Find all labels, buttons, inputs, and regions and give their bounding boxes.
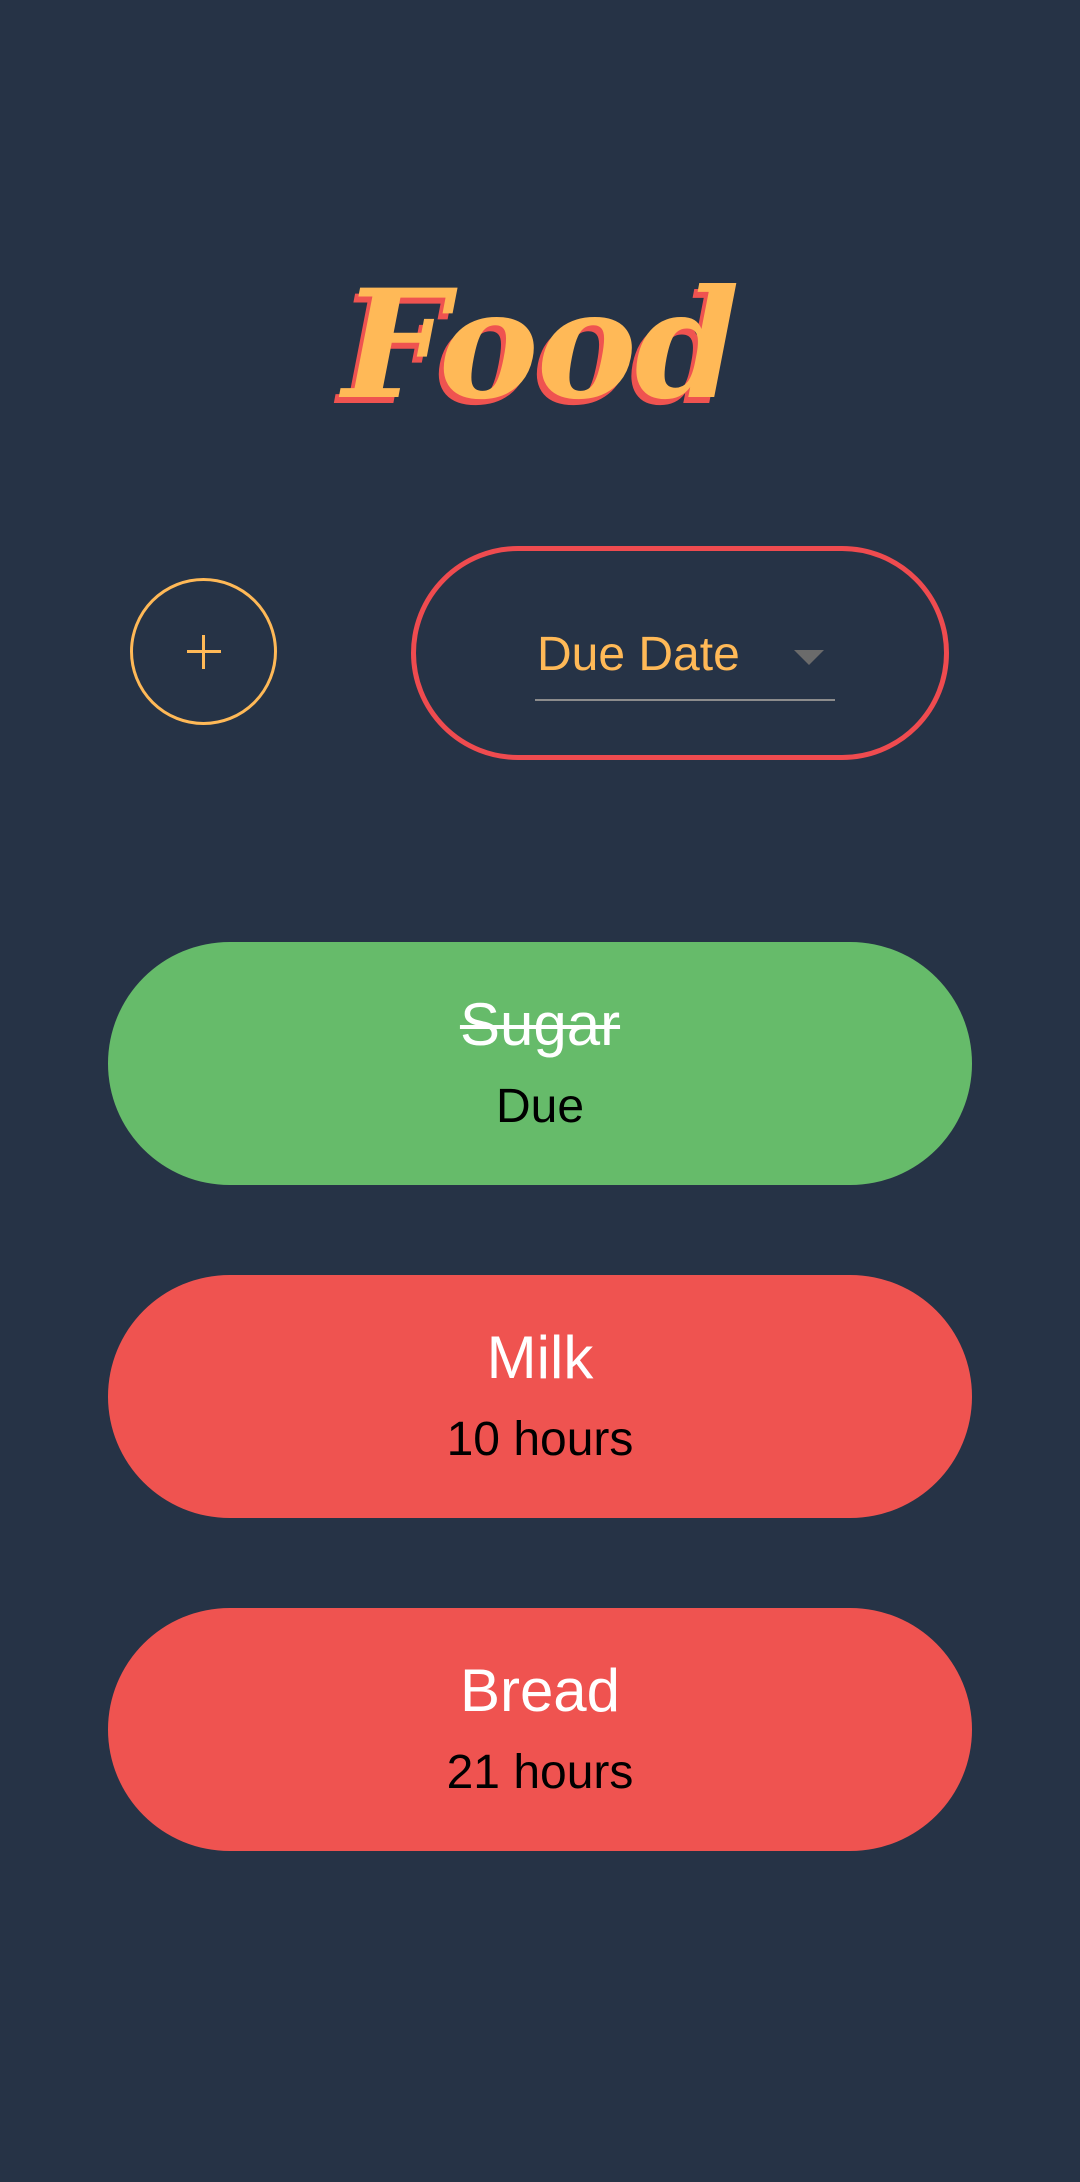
item-due-time: 21 hours [446, 1746, 634, 1799]
food-item-card[interactable]: Milk 10 hours [108, 1275, 972, 1518]
plus-icon [186, 634, 221, 669]
caret-down-icon [794, 650, 824, 665]
item-due-time: 10 hours [446, 1413, 634, 1466]
sort-selected-value: Due Date [537, 628, 740, 681]
item-name: Sugar [459, 991, 621, 1058]
food-item-card[interactable]: Sugar Due [108, 942, 972, 1185]
page-title: Food [342, 257, 739, 433]
item-name: Bread [459, 1657, 621, 1724]
sort-container: Due Date [411, 546, 949, 760]
sort-dropdown[interactable]: Due Date [535, 617, 835, 701]
item-name: Milk [486, 1324, 594, 1391]
add-item-button[interactable] [130, 578, 277, 725]
food-item-card[interactable]: Bread 21 hours [108, 1608, 972, 1851]
item-due-time: Due [495, 1080, 585, 1133]
